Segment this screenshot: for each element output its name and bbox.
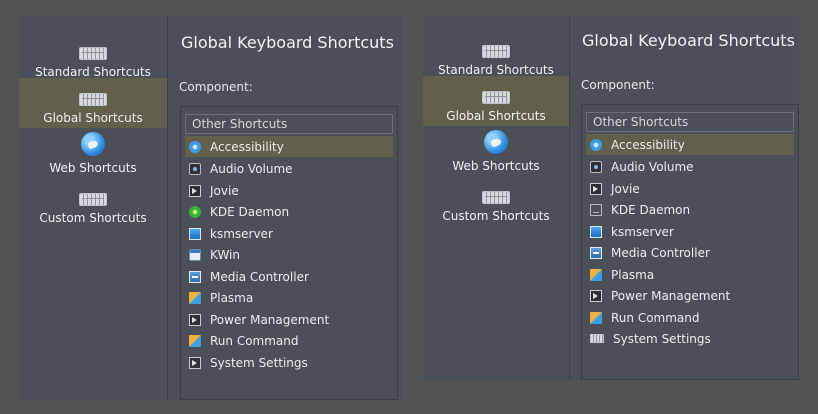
sidebar-item-label: Global Shortcuts: [446, 109, 546, 123]
sidebar-item-label: Web Shortcuts: [49, 161, 137, 175]
keyboard-icon: [79, 47, 107, 60]
accessibility-icon: [590, 138, 602, 151]
right-shortcuts-panel: Standard Shortcuts Global Shortcuts Web …: [423, 16, 799, 380]
keyboard-icon: [79, 193, 107, 206]
keyboard-icon: [590, 334, 604, 343]
component-label: Component:: [179, 80, 253, 94]
sidebar-item-label: Custom Shortcuts: [39, 211, 147, 225]
list-item-kde-daemon[interactable]: KDE Daemon: [586, 199, 794, 220]
list-item-label: Run Command: [611, 310, 700, 325]
list-item-label: Plasma: [210, 290, 254, 305]
list-item-media-controller[interactable]: Media Controller: [586, 242, 794, 263]
keyboard-icon: [482, 45, 510, 58]
list-item-accessibility[interactable]: Accessibility: [185, 136, 393, 157]
list-item-label: KWin: [210, 247, 240, 262]
sidebar-item-label: Web Shortcuts: [452, 159, 540, 173]
list-item-label: KDE Daemon: [210, 204, 290, 219]
list-item-ksmserver[interactable]: ksmserver: [586, 221, 794, 242]
audio-volume-icon: [590, 160, 602, 173]
list-item-run-command[interactable]: Run Command: [185, 330, 393, 351]
plasma-icon: [189, 291, 201, 304]
page-title: Global Keyboard Shortcuts: [181, 33, 394, 52]
list-item-run-command[interactable]: Run Command: [586, 307, 794, 328]
page-title: Global Keyboard Shortcuts: [582, 31, 795, 50]
media-controller-icon: [590, 246, 602, 259]
left-shortcuts-panel: Standard Shortcuts Global Shortcuts Web …: [19, 16, 402, 400]
list-item-plasma[interactable]: Plasma: [185, 287, 393, 308]
list-item-power-management[interactable]: Power Management: [185, 309, 393, 330]
sidebar-item-label: Custom Shortcuts: [442, 209, 550, 223]
list-item-label: Jovie: [611, 181, 640, 196]
globe-icon: [484, 130, 508, 154]
list-group-header: Other Shortcuts: [586, 112, 794, 132]
list-item-power-management[interactable]: Power Management: [586, 285, 794, 306]
list-item-label: Accessibility: [210, 139, 284, 154]
component-list[interactable]: Other Shortcuts Accessibility Audio Volu…: [180, 106, 398, 400]
keyboard-icon: [79, 93, 107, 106]
run-command-icon: [590, 311, 602, 324]
application-icon: [189, 313, 201, 326]
plasma-icon: [590, 268, 602, 281]
media-controller-icon: [189, 270, 201, 283]
list-item-label: Audio Volume: [210, 161, 293, 176]
sidebar-item-web-shortcuts[interactable]: Web Shortcuts: [423, 126, 569, 176]
list-item-label: ksmserver: [611, 224, 674, 239]
list-item-kde-daemon[interactable]: KDE Daemon: [185, 201, 393, 222]
application-icon: [590, 182, 602, 195]
sidebar-item-custom-shortcuts[interactable]: Custom Shortcuts: [19, 178, 167, 228]
list-item-label: Jovie: [210, 183, 239, 198]
list-item-ksmserver[interactable]: ksmserver: [185, 223, 393, 244]
category-sidebar: Standard Shortcuts Global Shortcuts Web …: [19, 16, 168, 400]
kde-daemon-icon: [189, 205, 201, 218]
list-item-label: Power Management: [611, 288, 731, 303]
keyboard-icon: [482, 91, 510, 104]
list-item-audio-volume[interactable]: Audio Volume: [586, 156, 794, 177]
list-item-label: KDE Daemon: [611, 202, 691, 217]
list-item-label: System Settings: [210, 355, 308, 370]
list-item-label: Media Controller: [210, 269, 309, 284]
monitor-icon: [189, 227, 201, 240]
list-item-label: Power Management: [210, 312, 330, 327]
list-item-label: Run Command: [210, 333, 299, 348]
sidebar-item-label: Global Shortcuts: [43, 111, 143, 125]
list-item-kwin[interactable]: KWin: [185, 244, 393, 265]
list-item-plasma[interactable]: Plasma: [586, 264, 794, 285]
list-item-label: ksmserver: [210, 226, 273, 241]
category-sidebar: Standard Shortcuts Global Shortcuts Web …: [423, 16, 570, 380]
audio-volume-icon: [189, 162, 201, 175]
list-item-label: Audio Volume: [611, 159, 694, 174]
keyboard-icon: [482, 191, 510, 204]
list-item-jovie[interactable]: Jovie: [586, 178, 794, 199]
sidebar-item-standard-shortcuts[interactable]: Standard Shortcuts: [19, 32, 167, 82]
kde-daemon-icon: [590, 203, 602, 216]
list-item-audio-volume[interactable]: Audio Volume: [185, 158, 393, 179]
sidebar-item-web-shortcuts[interactable]: Web Shortcuts: [19, 128, 167, 178]
list-item-jovie[interactable]: Jovie: [185, 180, 393, 201]
list-item-system-settings[interactable]: System Settings: [586, 328, 794, 349]
application-icon: [189, 356, 201, 369]
run-command-icon: [189, 334, 201, 347]
sidebar-item-label: Standard Shortcuts: [438, 63, 554, 77]
globe-icon: [81, 132, 105, 156]
sidebar-item-global-shortcuts[interactable]: Global Shortcuts: [19, 78, 167, 128]
window-icon: [189, 248, 201, 261]
list-item-label: Accessibility: [611, 137, 685, 152]
sidebar-item-standard-shortcuts[interactable]: Standard Shortcuts: [423, 30, 569, 80]
accessibility-icon: [189, 140, 201, 153]
list-group-header: Other Shortcuts: [185, 114, 393, 134]
monitor-icon: [590, 225, 602, 238]
list-item-label: Plasma: [611, 267, 655, 282]
component-label: Component:: [581, 78, 655, 92]
sidebar-item-label: Standard Shortcuts: [35, 65, 151, 79]
list-item-media-controller[interactable]: Media Controller: [185, 266, 393, 287]
application-icon: [189, 184, 201, 197]
list-item-label: Media Controller: [611, 245, 710, 260]
sidebar-item-custom-shortcuts[interactable]: Custom Shortcuts: [423, 176, 569, 226]
list-item-label: System Settings: [613, 331, 711, 346]
sidebar-item-global-shortcuts[interactable]: Global Shortcuts: [423, 76, 569, 126]
list-item-accessibility[interactable]: Accessibility: [586, 134, 794, 155]
list-item-system-settings[interactable]: System Settings: [185, 352, 393, 373]
application-icon: [590, 289, 602, 302]
component-list[interactable]: Other Shortcuts Accessibility Audio Volu…: [581, 104, 799, 380]
